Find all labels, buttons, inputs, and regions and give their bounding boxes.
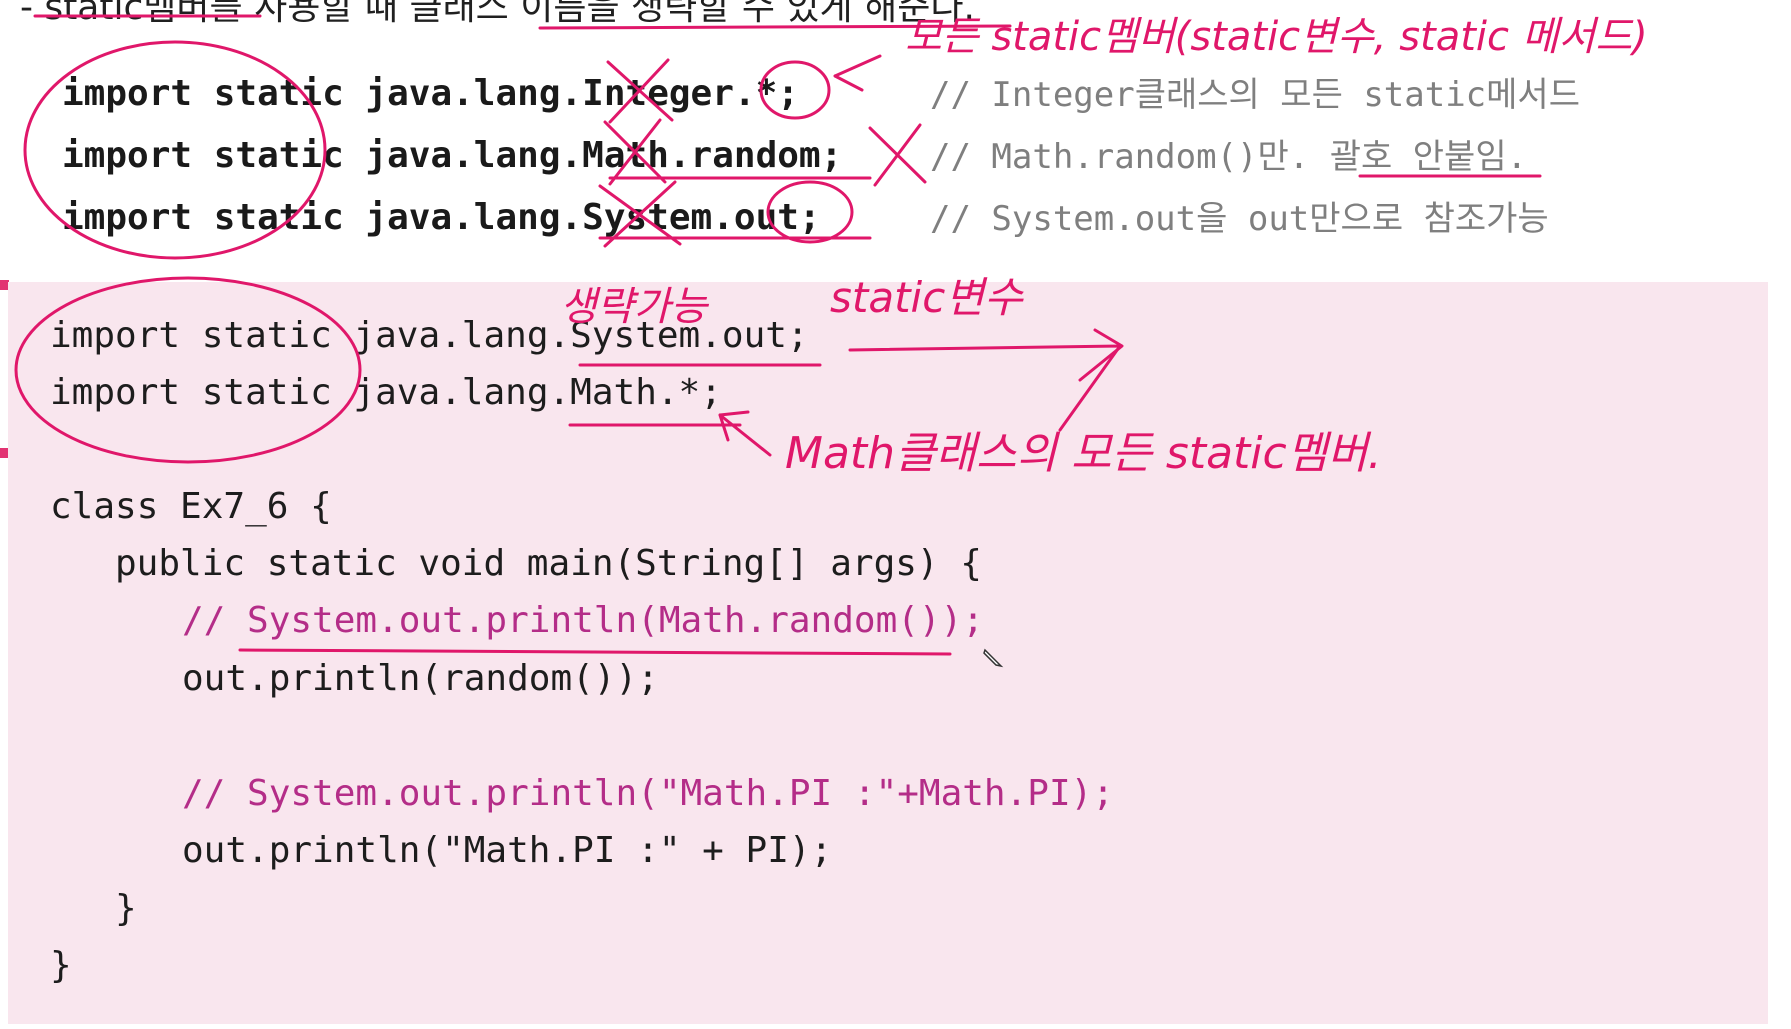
example-import-math-random: import static java.lang.Math.random; (62, 135, 843, 176)
example-comment-integer: // Integer클래스의 모든 static메서드 (930, 75, 1580, 115)
code-line-println-pi: out.println("Math.PI :" + PI); (182, 830, 833, 871)
example-comment-system-out: // System.out을 out만으로 참조가능 (930, 199, 1549, 239)
code-line-comment-random: // System.out.println(Math.random()); (182, 600, 984, 641)
semicolon-cross-ink (868, 123, 927, 187)
heading-text: - static멤버를 사용할 때 클래스 이름을 생략할 수 있게 해준다. (20, 0, 975, 28)
code-line-main-decl: public static void main(String[] args) { (115, 543, 982, 584)
code-line-import-system-out: import static java.lang.System.out; (50, 315, 809, 356)
annotation-all-static-members: 모든 static멤버(static변수, static 메서드) (905, 14, 1648, 60)
code-line-close-class: } (50, 945, 72, 986)
code-line-println-random: out.println(random()); (182, 658, 659, 699)
code-line-close-method: } (115, 888, 137, 929)
code-line-class-decl: class Ex7_6 { (50, 486, 332, 527)
example-import-system-out: import static java.lang.System.out; (62, 197, 821, 238)
code-line-import-math: import static java.lang.Math.*; (50, 372, 722, 413)
pen-cursor-icon (983, 648, 1004, 668)
arrow-to-star-ink (833, 54, 882, 92)
example-import-integer: import static java.lang.Integer.*; (62, 73, 799, 114)
code-line-comment-pi: // System.out.println("Math.PI :"+Math.P… (182, 773, 1114, 814)
example-comment-math-random: // Math.random()만. 괄호 안붙임. (930, 137, 1528, 177)
